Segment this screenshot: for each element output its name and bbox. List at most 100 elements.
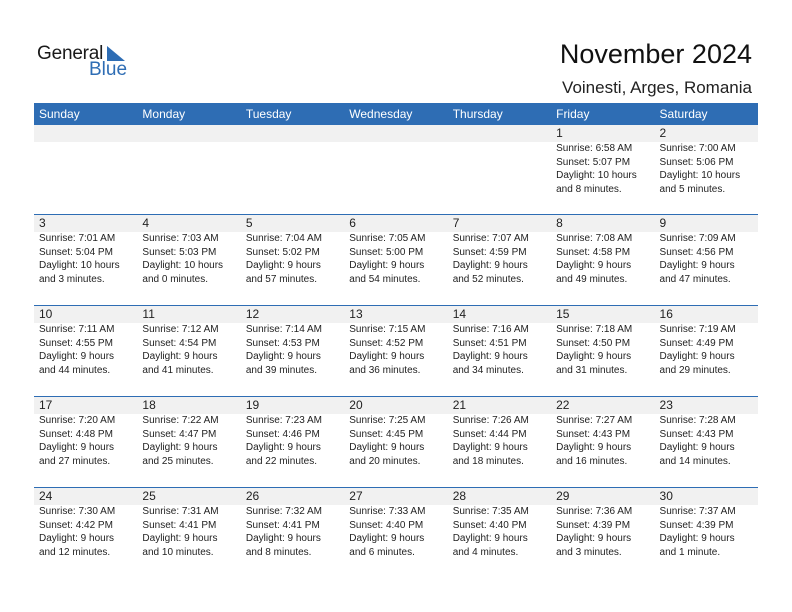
day-info: Sunrise: 7:00 AM Sunset: 5:06 PM Daylight:…: [660, 142, 758, 196]
daylight-text: Daylight: 9 hours: [659, 351, 735, 362]
daylight-text: Daylight: 9 hours: [245, 260, 321, 271]
day-cell: 2 Sunrise: 7:00 AM Sunset: 5:06 PM Daylight…: [655, 125, 758, 196]
sunrise-text: Sunrise: 7:36 AM: [556, 506, 633, 517]
daylight-minutes-text: and 8 minutes.: [245, 546, 312, 558]
daylight-minutes-text: and 10 minutes.: [142, 546, 214, 558]
sunset-text: Sunset: 4:39 PM: [659, 519, 734, 531]
day-cell: 14 Sunrise: 7:16 AM Sunset: 4:51 PM Dayligh…: [448, 306, 551, 377]
day-info: Sunrise: 7:11 AM Sunset: 4:55 PM Daylight:…: [39, 323, 137, 377]
day-cell: 28 Sunrise: 7:35 AM Sunset: 4:40 PM Dayligh…: [448, 488, 551, 559]
daylight-text: Daylight: 9 hours: [659, 442, 735, 453]
empty-day-cell: [344, 125, 447, 196]
sunset-text: Sunset: 4:49 PM: [659, 337, 734, 349]
sunset-text: Sunset: 4:58 PM: [556, 246, 631, 258]
sunrise-text: Sunrise: 7:22 AM: [142, 415, 219, 426]
daylight-text: Daylight: 9 hours: [349, 260, 425, 271]
day-number: 23: [659, 398, 673, 412]
sunset-text: Sunset: 4:42 PM: [39, 519, 113, 531]
daylight-minutes-text: and 52 minutes.: [452, 273, 524, 285]
sunset-text: Sunset: 5:02 PM: [245, 246, 320, 258]
day-cell: 16 Sunrise: 7:19 AM Sunset: 4:49 PM Dayligh…: [655, 306, 758, 377]
day-number: 3: [39, 216, 46, 230]
day-info: Sunrise: 7:26 AM Sunset: 4:44 PM Daylight:…: [453, 414, 551, 468]
weekday-header-wednesday: Wednesday: [349, 107, 413, 121]
daylight-minutes-text: and 3 minutes.: [39, 273, 105, 285]
sunrise-text: Sunrise: 7:33 AM: [349, 506, 426, 517]
sunrise-text: Sunrise: 7:00 AM: [659, 143, 736, 154]
day-info: Sunrise: 7:25 AM Sunset: 4:45 PM Daylight:…: [349, 414, 447, 468]
sunset-text: Sunset: 4:40 PM: [349, 519, 424, 531]
day-cell: 27 Sunrise: 7:33 AM Sunset: 4:40 PM Dayligh…: [344, 488, 447, 559]
day-number: 22: [556, 398, 570, 412]
sunset-text: Sunset: 4:41 PM: [245, 519, 320, 531]
weekday-header-friday: Friday: [556, 107, 590, 121]
daylight-text: Daylight: 9 hours: [452, 260, 528, 271]
sunrise-text: Sunrise: 7:16 AM: [452, 324, 529, 335]
sunset-text: Sunset: 5:00 PM: [349, 246, 424, 258]
week-row: 10 Sunrise: 7:11 AM Sunset: 4:55 PM Dayligh…: [34, 305, 758, 396]
day-cell: 11 Sunrise: 7:12 AM Sunset: 4:54 PM Dayligh…: [137, 306, 240, 377]
sunset-text: Sunset: 4:48 PM: [39, 428, 113, 440]
day-info: Sunrise: 7:30 AM Sunset: 4:42 PM Daylight:…: [39, 505, 137, 559]
daylight-text: Daylight: 9 hours: [245, 351, 321, 362]
day-number: 29: [556, 489, 570, 503]
day-info: Sunrise: 6:58 AM Sunset: 5:07 PM Daylight:…: [556, 142, 654, 196]
day-info: Sunrise: 7:22 AM Sunset: 4:47 PM Daylight:…: [142, 414, 240, 468]
daylight-text: Daylight: 9 hours: [245, 533, 321, 544]
day-cell: 19 Sunrise: 7:23 AM Sunset: 4:46 PM Dayligh…: [241, 397, 344, 468]
logo-text-blue: Blue: [89, 59, 128, 80]
daylight-text: Daylight: 9 hours: [452, 442, 528, 453]
day-info: Sunrise: 7:37 AM Sunset: 4:39 PM Daylight:…: [660, 505, 758, 559]
sunrise-text: Sunrise: 7:15 AM: [349, 324, 426, 335]
sunrise-text: Sunrise: 7:04 AM: [245, 233, 322, 244]
day-cell: 21 Sunrise: 7:26 AM Sunset: 4:44 PM Dayligh…: [448, 397, 551, 468]
sunrise-text: Sunrise: 7:07 AM: [452, 233, 529, 244]
daylight-minutes-text: and 36 minutes.: [349, 364, 421, 376]
day-number: 20: [349, 398, 363, 412]
sunset-text: Sunset: 4:40 PM: [452, 519, 527, 531]
daylight-minutes-text: and 25 minutes.: [142, 455, 214, 467]
week-row: 1 Sunrise: 6:58 AM Sunset: 5:07 PM Daylight…: [34, 125, 758, 214]
daylight-text: Daylight: 9 hours: [349, 442, 425, 453]
day-cell: 13 Sunrise: 7:15 AM Sunset: 4:52 PM Dayligh…: [344, 306, 447, 377]
sunset-text: Sunset: 4:44 PM: [452, 428, 527, 440]
day-info: Sunrise: 7:07 AM Sunset: 4:59 PM Daylight:…: [453, 232, 551, 286]
sunset-text: Sunset: 4:43 PM: [659, 428, 734, 440]
week-days: 10 Sunrise: 7:11 AM Sunset: 4:55 PM Dayligh…: [34, 306, 758, 377]
daylight-text: Daylight: 9 hours: [556, 260, 632, 271]
weekday-header-tuesday: Tuesday: [245, 107, 292, 121]
day-number: 4: [142, 216, 150, 230]
day-cell: 7 Sunrise: 7:07 AM Sunset: 4:59 PM Daylight…: [448, 215, 551, 286]
sunset-text: Sunset: 4:51 PM: [452, 337, 527, 349]
daylight-text: Daylight: 9 hours: [452, 533, 528, 544]
sunset-text: Sunset: 4:59 PM: [452, 246, 527, 258]
daylight-text: Daylight: 9 hours: [39, 442, 115, 453]
day-cell: 23 Sunrise: 7:28 AM Sunset: 4:43 PM Dayligh…: [655, 397, 758, 468]
daylight-text: Daylight: 9 hours: [245, 442, 321, 453]
sunset-text: Sunset: 4:54 PM: [142, 337, 217, 349]
day-number: 6: [349, 216, 356, 230]
daylight-minutes-text: and 54 minutes.: [349, 273, 421, 285]
daylight-text: Daylight: 10 hours: [142, 260, 224, 271]
day-info: Sunrise: 7:05 AM Sunset: 5:00 PM Daylight:…: [349, 232, 447, 286]
day-cell: 10 Sunrise: 7:11 AM Sunset: 4:55 PM Dayligh…: [34, 306, 137, 377]
day-info: Sunrise: 7:28 AM Sunset: 4:43 PM Daylight:…: [660, 414, 758, 468]
day-number: 11: [142, 307, 155, 321]
day-number: 2: [659, 126, 667, 140]
daylight-minutes-text: and 12 minutes.: [39, 546, 111, 558]
empty-day-cell: [241, 125, 344, 196]
day-number: 30: [659, 489, 673, 503]
daylight-text: Daylight: 9 hours: [349, 351, 425, 362]
sunrise-text: Sunrise: 7:30 AM: [39, 506, 116, 517]
day-number: 19: [245, 398, 260, 412]
day-info: Sunrise: 7:33 AM Sunset: 4:40 PM Daylight:…: [349, 505, 447, 559]
day-number: 18: [142, 398, 156, 412]
daylight-text: Daylight: 9 hours: [452, 351, 528, 362]
daylight-text: Daylight: 9 hours: [556, 351, 632, 362]
day-cell: 30 Sunrise: 7:37 AM Sunset: 4:39 PM Dayligh…: [655, 488, 758, 559]
day-number: 10: [39, 307, 53, 321]
daylight-minutes-text: and 1 minute.: [659, 546, 721, 558]
sunrise-text: Sunrise: 7:12 AM: [142, 324, 219, 335]
daylight-text: Daylight: 9 hours: [142, 533, 218, 544]
day-info: Sunrise: 7:35 AM Sunset: 4:40 PM Daylight:…: [453, 505, 551, 559]
